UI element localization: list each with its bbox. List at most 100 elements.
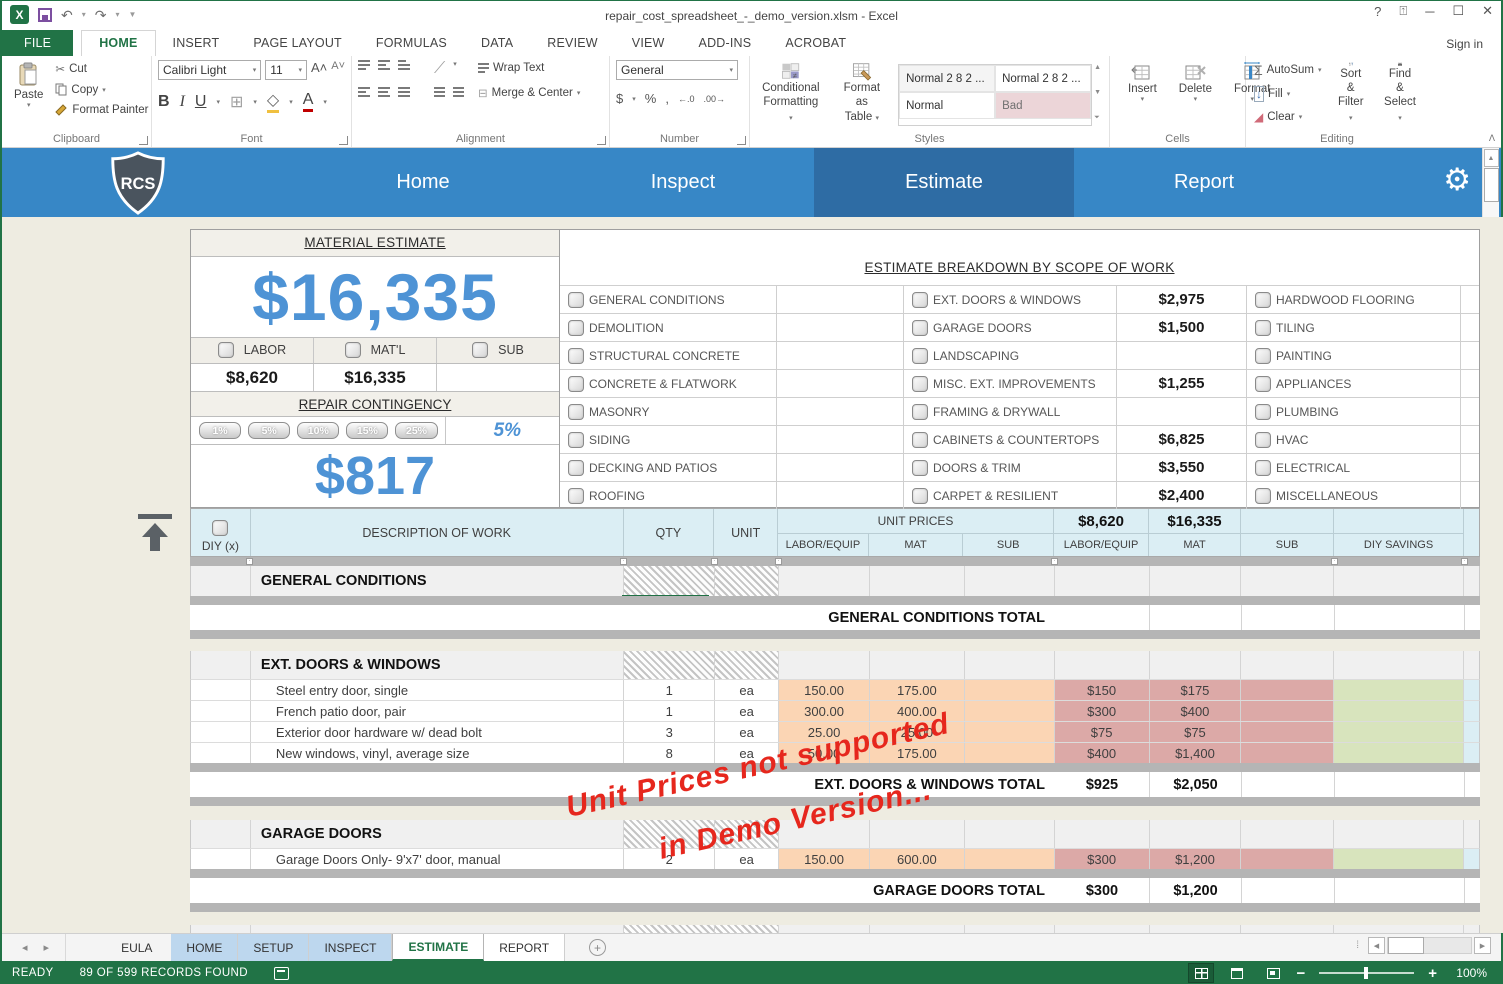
horizontal-scrollbar[interactable]: ⁞ ◀ ▶: [1356, 937, 1491, 954]
gallery-down-icon[interactable]: ▼: [1094, 89, 1101, 96]
copy-button[interactable]: Copy▾: [53, 81, 150, 98]
diy-cell[interactable]: [191, 849, 251, 869]
zoom-slider[interactable]: [1319, 972, 1414, 974]
sheet-tab-report[interactable]: REPORT: [484, 934, 565, 961]
close-button[interactable]: ✕: [1482, 3, 1493, 19]
help-button[interactable]: ?: [1374, 4, 1381, 19]
macro-recording-icon[interactable]: [274, 967, 289, 980]
sub-checkbox[interactable]: [472, 342, 488, 358]
scope-checkbox[interactable]: [568, 348, 584, 364]
autosum-button[interactable]: ΣAutoSum▾: [1252, 60, 1323, 80]
sheet-tab-estimate[interactable]: ESTIMATE: [392, 934, 484, 961]
percent-style-icon[interactable]: %: [645, 91, 657, 106]
scope-checkbox[interactable]: [1255, 376, 1271, 392]
matl-checkbox[interactable]: [345, 342, 361, 358]
font-size-select[interactable]: 11▾: [265, 60, 307, 80]
scope-checkbox[interactable]: [1255, 348, 1271, 364]
scope-checkbox[interactable]: [1255, 460, 1271, 476]
increase-indent-icon[interactable]: [453, 87, 464, 97]
style-normal-282-a[interactable]: Normal 2 8 2 ...: [899, 65, 995, 92]
collapse-ribbon-icon[interactable]: ᐱ: [1489, 133, 1495, 144]
scope-checkbox[interactable]: [1255, 320, 1271, 336]
scope-checkbox[interactable]: [568, 376, 584, 392]
scrollbar-resize-dots[interactable]: ⁞: [1356, 940, 1360, 951]
scope-checkbox[interactable]: [912, 320, 928, 336]
scope-checkbox[interactable]: [1255, 404, 1271, 420]
scope-checkbox[interactable]: [1255, 432, 1271, 448]
matl-toggle[interactable]: MAT'L: [314, 338, 437, 363]
sub-toggle[interactable]: SUB: [437, 338, 559, 363]
sign-in-link[interactable]: Sign in: [1446, 37, 1483, 51]
zoom-out-icon[interactable]: −: [1296, 965, 1305, 982]
page-break-view-button[interactable]: [1260, 963, 1286, 983]
labor-toggle[interactable]: LABOR: [191, 338, 314, 363]
borders-icon[interactable]: ⊞: [230, 92, 243, 112]
italic-button[interactable]: I: [180, 93, 185, 111]
cut-button[interactable]: ✂Cut: [53, 60, 150, 78]
conditional-formatting-button[interactable]: ≠ ConditionalFormatting ▾: [756, 60, 826, 126]
format-as-table-button[interactable]: Format asTable ▾: [832, 60, 892, 126]
align-top-icon[interactable]: [358, 60, 370, 78]
tab-formulas[interactable]: FORMULAS: [359, 31, 464, 56]
nav-inspect[interactable]: Inspect: [553, 148, 813, 217]
clear-button[interactable]: ◢Clear▾: [1252, 108, 1323, 126]
orientation-icon[interactable]: ⟋: [434, 60, 445, 78]
diy-cell[interactable]: [191, 722, 251, 742]
fill-color-icon[interactable]: ◇: [267, 90, 279, 113]
scope-checkbox[interactable]: [568, 488, 584, 504]
sheet-tab-inspect[interactable]: INSPECT: [309, 934, 392, 961]
diy-cell[interactable]: [191, 680, 251, 700]
sheet-tab-eula[interactable]: EULA: [106, 934, 167, 961]
tab-review[interactable]: REVIEW: [530, 31, 615, 56]
font-color-icon[interactable]: A: [303, 91, 314, 112]
style-bad[interactable]: Bad: [995, 92, 1091, 119]
wrap-text-button[interactable]: Wrap Text: [476, 60, 582, 76]
tab-view[interactable]: VIEW: [615, 31, 682, 56]
nav-estimate[interactable]: Estimate: [814, 148, 1074, 217]
tab-home[interactable]: HOME: [81, 30, 155, 56]
normal-view-button[interactable]: [1188, 963, 1214, 983]
scroll-to-top-icon[interactable]: [137, 514, 173, 554]
diy-all-checkbox[interactable]: [212, 520, 228, 536]
sheet-next-icon[interactable]: ▸: [44, 941, 50, 954]
diy-cell[interactable]: [191, 701, 251, 721]
scope-checkbox[interactable]: [912, 488, 928, 504]
tab-insert[interactable]: INSERT: [156, 31, 237, 56]
diy-cell[interactable]: [191, 743, 251, 763]
scope-checkbox[interactable]: [912, 404, 928, 420]
page-layout-view-button[interactable]: [1224, 963, 1250, 983]
scope-checkbox[interactable]: [912, 432, 928, 448]
column-resize-handle[interactable]: ·: [1331, 558, 1338, 565]
delete-cells-button[interactable]: Delete▾: [1173, 60, 1218, 126]
contingency-15pct-button[interactable]: 15%: [346, 422, 388, 439]
new-sheet-icon[interactable]: +: [589, 939, 606, 956]
font-dialog-launcher-icon[interactable]: [339, 136, 348, 145]
bold-button[interactable]: B: [158, 93, 170, 111]
shrink-font-icon[interactable]: A˅: [331, 60, 345, 80]
grow-font-icon[interactable]: A˄: [311, 60, 327, 80]
contingency-1pct-button[interactable]: 1%: [199, 422, 241, 439]
underline-button[interactable]: U: [195, 93, 207, 111]
contingency-25pct-button[interactable]: 25%: [395, 422, 437, 439]
scroll-up-icon[interactable]: ▲: [1484, 149, 1499, 167]
column-resize-handle[interactable]: ·: [711, 558, 718, 565]
merge-center-button[interactable]: ⊟ Merge & Center▾: [476, 84, 582, 102]
sheet-tab-home[interactable]: HOME: [171, 934, 238, 961]
labor-checkbox[interactable]: [218, 342, 234, 358]
scope-checkbox[interactable]: [568, 292, 584, 308]
number-format-select[interactable]: General▾: [616, 60, 738, 80]
nav-home[interactable]: Home: [293, 148, 553, 217]
column-resize-handle[interactable]: ·: [246, 558, 253, 565]
align-middle-icon[interactable]: [378, 60, 390, 78]
maximize-button[interactable]: ☐: [1452, 3, 1464, 19]
horizontal-scroll-thumb[interactable]: [1388, 937, 1424, 954]
scope-checkbox[interactable]: [568, 404, 584, 420]
tab-acrobat[interactable]: ACROBAT: [768, 31, 863, 56]
clipboard-dialog-launcher-icon[interactable]: [139, 136, 148, 145]
tab-data[interactable]: DATA: [464, 31, 530, 56]
ribbon-display-options-button[interactable]: ⍐: [1399, 3, 1407, 19]
sheet-tab-setup[interactable]: SETUP: [238, 934, 309, 961]
column-resize-handle[interactable]: ·: [1461, 558, 1468, 565]
scope-checkbox[interactable]: [912, 292, 928, 308]
scroll-left-icon[interactable]: ◀: [1368, 937, 1385, 954]
